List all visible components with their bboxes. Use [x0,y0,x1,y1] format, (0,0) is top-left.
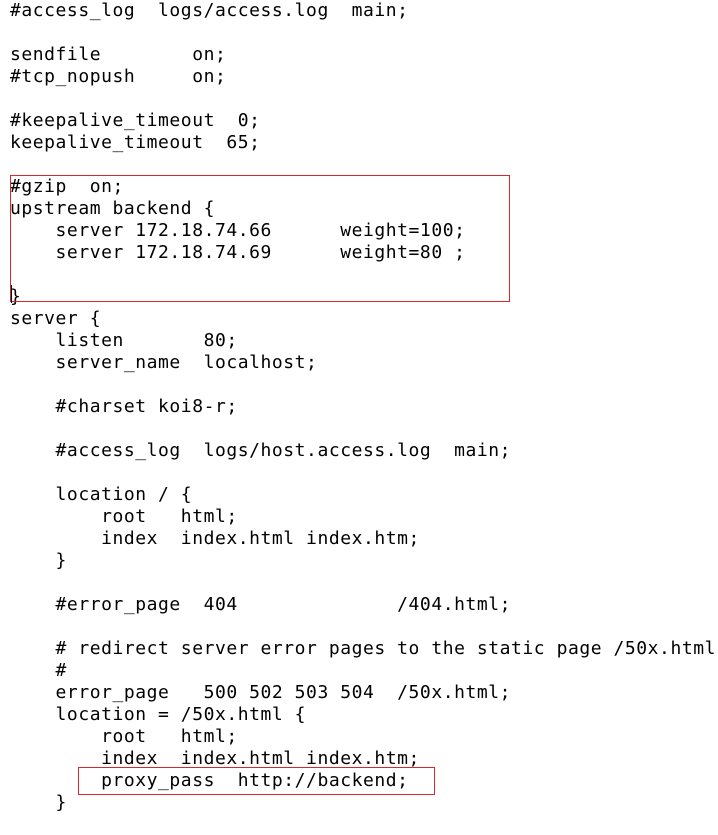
code-line-32: error_page 500 502 503 504 /50x.html; [10,682,512,703]
code-line-9: #gzip on; [10,176,124,197]
code-line-7: keepalive_timeout 65; [10,132,261,153]
code-line-23: location / { [10,484,193,505]
code-line-34: root html; [10,726,238,747]
code-line-24: root html; [10,506,238,527]
code-line-16: listen 80; [10,330,238,351]
code-line-37: } [10,792,67,813]
code-line-21: #access_log logs/host.access.log main; [10,440,512,461]
code-line-33: location = /50x.html { [10,704,307,725]
code-line-12: server 172.18.74.69 weight=80 ; [10,242,466,263]
text-cursor [11,285,12,303]
code-editor[interactable]: #access_log logs/access.log main; sendfil… [0,0,718,835]
code-line-3: sendfile on; [10,44,227,65]
code-line-1: #access_log logs/access.log main; [10,0,409,21]
code-line-6: #keepalive_timeout 0; [10,110,261,131]
code-line-11: server 172.18.74.66 weight=100; [10,220,466,241]
code-line-36: proxy_pass http://backend; [10,770,409,791]
code-line-28: #error_page 404 /404.html; [10,594,512,615]
code-line-15: server { [10,308,102,329]
code-line-10: upstream backend { [10,198,215,219]
code-line-31: # [10,660,67,681]
code-line-4: #tcp_nopush on; [10,66,227,87]
code-line-17: server_name localhost; [10,352,318,373]
code-line-14: } [10,286,22,307]
code-line-26: } [10,550,67,571]
code-line-25: index index.html index.htm; [10,528,420,549]
code-line-30: # redirect server error pages to the sta… [10,638,716,659]
code-line-35: index index.html index.htm; [10,748,420,769]
code-line-19: #charset koi8-r; [10,396,238,417]
code-block[interactable]: #access_log logs/access.log main; sendfil… [10,0,716,814]
